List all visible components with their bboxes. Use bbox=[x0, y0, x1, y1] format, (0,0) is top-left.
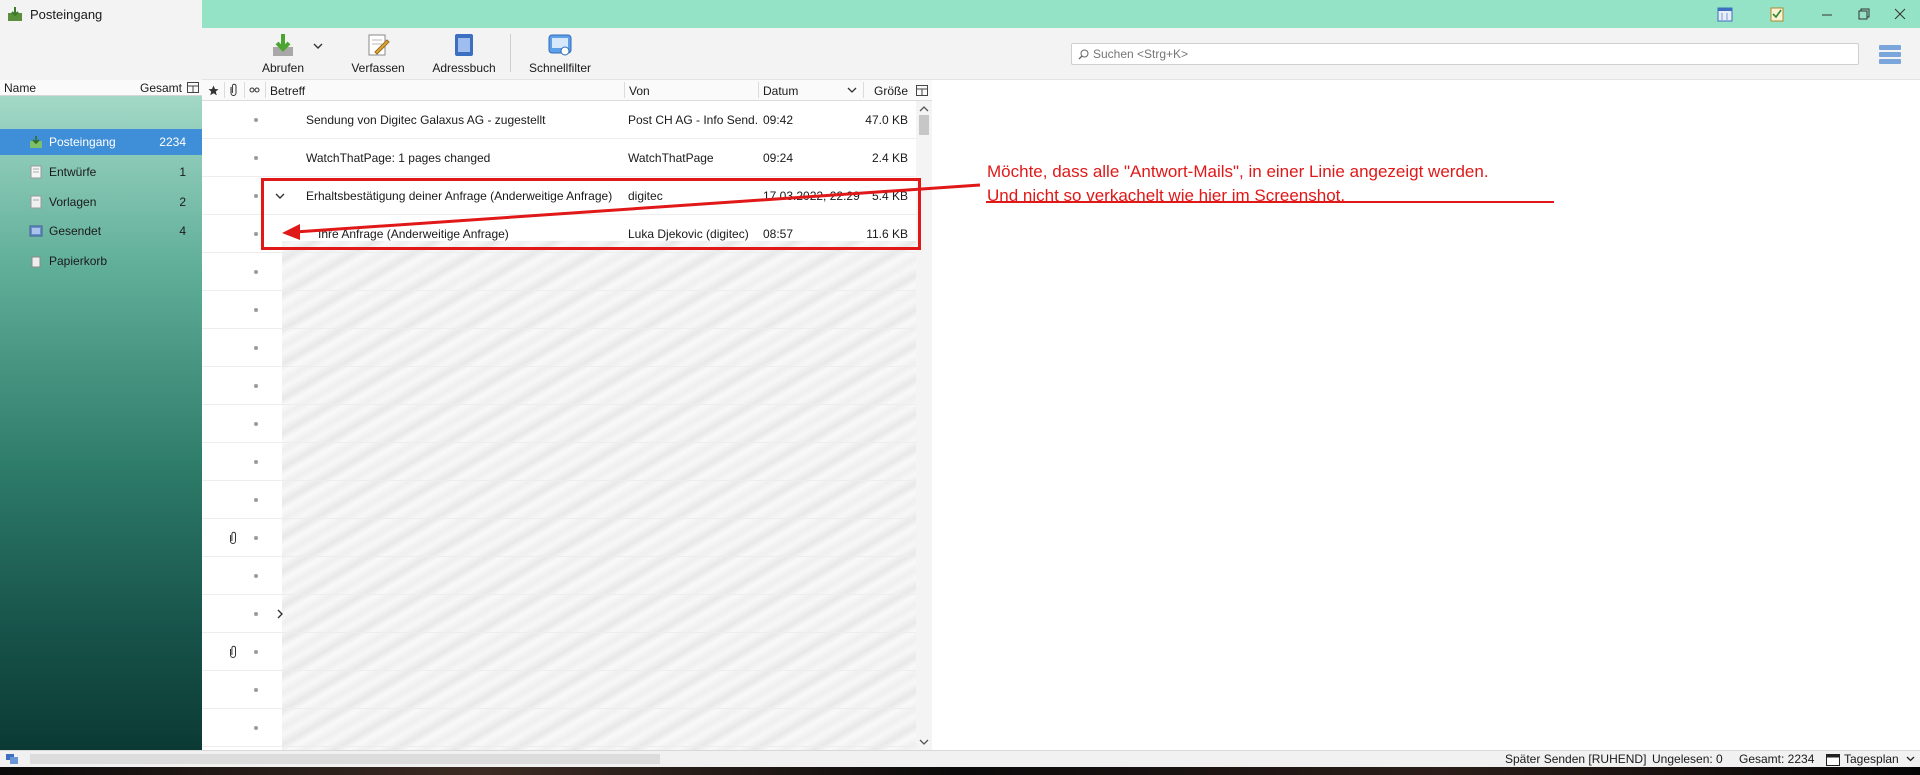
column-total[interactable]: Gesamt bbox=[140, 81, 182, 95]
templates-icon bbox=[30, 195, 42, 209]
annotation-underline bbox=[986, 201, 1554, 203]
trash-icon bbox=[31, 256, 41, 268]
read-status-dot[interactable] bbox=[254, 498, 258, 502]
read-status-dot[interactable] bbox=[254, 346, 258, 350]
tasks-icon[interactable] bbox=[1769, 6, 1785, 22]
message-row[interactable] bbox=[202, 481, 916, 519]
read-status-dot[interactable] bbox=[254, 612, 258, 616]
chevron-right-icon[interactable] bbox=[274, 608, 286, 620]
read-status-dot[interactable] bbox=[254, 536, 258, 540]
message-row[interactable] bbox=[202, 595, 916, 633]
star-column-icon[interactable] bbox=[208, 85, 219, 96]
read-status-dot[interactable] bbox=[254, 156, 258, 160]
attachment-column-icon[interactable] bbox=[229, 83, 238, 97]
folder-column-header: Name Gesamt bbox=[0, 80, 202, 96]
message-row[interactable] bbox=[202, 329, 916, 367]
message-row[interactable]: WatchThatPage: 1 pages changed WatchThat… bbox=[202, 139, 916, 177]
today-pane-toggle[interactable]: Tagesplan bbox=[1826, 751, 1920, 767]
read-status-dot[interactable] bbox=[254, 650, 258, 654]
quick-filter-button[interactable]: Schnellfilter bbox=[522, 32, 598, 76]
message-row[interactable] bbox=[202, 291, 916, 329]
inbox-app-icon bbox=[8, 7, 22, 21]
column-picker-icon[interactable] bbox=[916, 85, 928, 96]
status-bar: Später Senden [RUHEND] Ungelesen: 0 Gesa… bbox=[0, 750, 1920, 767]
search-field[interactable] bbox=[1071, 43, 1859, 65]
attachment-icon bbox=[230, 645, 236, 658]
search-input[interactable] bbox=[1091, 45, 1851, 63]
window-title-bar: Posteingang bbox=[0, 0, 202, 28]
message-list-header: Betreff Von Datum Größe bbox=[202, 80, 932, 101]
read-status-dot[interactable] bbox=[254, 422, 258, 426]
app-menu-icon[interactable] bbox=[1877, 42, 1903, 66]
folder-inbox[interactable]: Posteingang 2234 bbox=[0, 129, 202, 155]
address-book-icon bbox=[455, 34, 473, 56]
send-later-status: Später Senden [RUHEND] bbox=[1505, 752, 1647, 766]
attachment-icon bbox=[230, 531, 236, 544]
column-subject[interactable]: Betreff bbox=[270, 84, 305, 98]
folder-drafts[interactable]: Entwürfe 1 bbox=[0, 159, 202, 185]
calendar-icon bbox=[1826, 754, 1840, 766]
compose-button[interactable]: Verfassen bbox=[348, 32, 408, 76]
activity-progress-bar bbox=[30, 754, 660, 764]
message-row[interactable] bbox=[202, 633, 916, 671]
sent-icon bbox=[29, 225, 43, 237]
close-icon[interactable] bbox=[1892, 6, 1908, 22]
read-status-dot[interactable] bbox=[254, 726, 258, 730]
get-mail-button[interactable]: Abrufen bbox=[258, 32, 308, 76]
address-book-button[interactable]: Adressbuch bbox=[428, 32, 500, 76]
chevron-down-icon bbox=[1906, 756, 1915, 762]
read-status-dot[interactable] bbox=[254, 384, 258, 388]
message-row[interactable] bbox=[202, 443, 916, 481]
column-name[interactable]: Name bbox=[4, 81, 36, 95]
folder-templates[interactable]: Vorlagen 2 bbox=[0, 189, 202, 215]
column-date[interactable]: Datum bbox=[763, 84, 798, 98]
search-icon bbox=[1078, 49, 1089, 60]
restore-icon[interactable] bbox=[1856, 6, 1872, 22]
compose-icon bbox=[368, 34, 390, 56]
download-arrow-icon bbox=[273, 34, 293, 56]
read-status-dot[interactable] bbox=[254, 574, 258, 578]
online-status-icon[interactable] bbox=[5, 753, 19, 765]
minimize-icon[interactable] bbox=[1819, 6, 1835, 22]
title-bar bbox=[202, 0, 1920, 28]
total-count: Gesamt: 2234 bbox=[1739, 752, 1815, 766]
folder-pane: Posteingang Name Gesamt Posteingang 2234… bbox=[0, 0, 202, 750]
message-row[interactable] bbox=[202, 367, 916, 405]
message-row[interactable] bbox=[202, 253, 916, 291]
read-status-dot[interactable] bbox=[254, 194, 258, 198]
message-row[interactable] bbox=[202, 519, 916, 557]
message-row[interactable]: Sendung von Digitec Galaxus AG - zugeste… bbox=[202, 101, 916, 139]
thread-column-icon[interactable] bbox=[249, 86, 260, 94]
message-row[interactable] bbox=[202, 557, 916, 595]
read-status-dot[interactable] bbox=[254, 688, 258, 692]
read-status-dot[interactable] bbox=[254, 118, 258, 122]
read-status-dot[interactable] bbox=[254, 460, 258, 464]
message-row[interactable] bbox=[202, 405, 916, 443]
column-from[interactable]: Von bbox=[629, 84, 650, 98]
read-status-dot[interactable] bbox=[254, 270, 258, 274]
filter-icon bbox=[548, 34, 572, 56]
unread-count: Ungelesen: 0 bbox=[1652, 752, 1723, 766]
folder-sent[interactable]: Gesendet 4 bbox=[0, 218, 202, 244]
os-taskbar bbox=[0, 767, 1920, 775]
calendar-icon[interactable] bbox=[1717, 6, 1733, 22]
sort-descending-icon[interactable] bbox=[847, 87, 857, 94]
scroll-down-icon[interactable] bbox=[919, 737, 929, 747]
scroll-up-icon[interactable] bbox=[919, 104, 929, 114]
folder-trash[interactable]: Papierkorb bbox=[0, 248, 202, 274]
chevron-down-icon[interactable] bbox=[313, 42, 323, 50]
inbox-icon bbox=[30, 136, 42, 148]
column-picker-icon[interactable] bbox=[187, 82, 199, 93]
message-row[interactable] bbox=[202, 671, 916, 709]
message-row[interactable] bbox=[202, 709, 916, 747]
read-status-dot[interactable] bbox=[254, 308, 258, 312]
scrollbar-thumb[interactable] bbox=[919, 115, 929, 135]
column-size[interactable]: Größe bbox=[874, 84, 908, 98]
drafts-icon bbox=[30, 165, 42, 179]
annotation-highlight-box bbox=[261, 178, 921, 250]
window-title: Posteingang bbox=[30, 7, 103, 22]
read-status-dot[interactable] bbox=[254, 232, 258, 236]
